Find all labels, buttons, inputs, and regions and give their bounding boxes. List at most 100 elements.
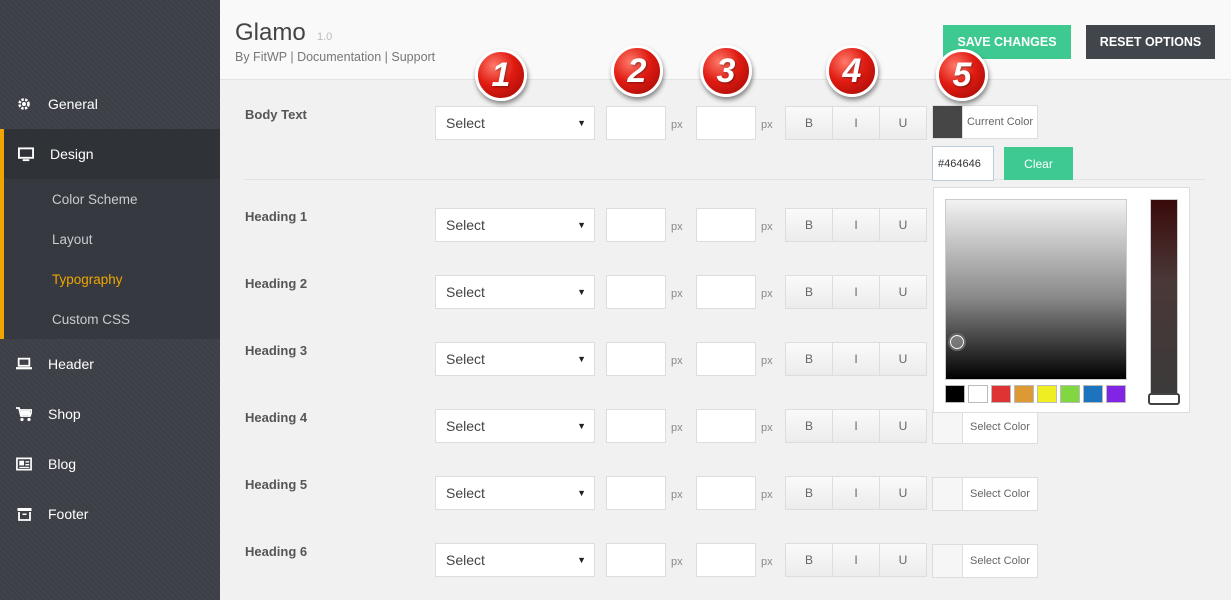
underline-button[interactable]: U <box>880 276 926 308</box>
font-style-buttons: B I U <box>785 275 927 309</box>
dropdown-arrow-icon: ▼ <box>577 488 586 498</box>
select-value: Select <box>446 115 485 131</box>
line-height-input[interactable] <box>696 106 756 140</box>
font-size-input[interactable] <box>606 275 666 309</box>
italic-button[interactable]: I <box>833 209 880 241</box>
hue-slider[interactable] <box>1150 199 1178 405</box>
palette-swatch[interactable] <box>945 385 965 403</box>
color-button-label: Select Color <box>970 421 1030 433</box>
line-height-unit: px <box>761 119 773 131</box>
line-height-input[interactable] <box>696 543 756 577</box>
current-color-button[interactable]: Current Color <box>932 105 1038 139</box>
italic-button[interactable]: I <box>833 107 880 139</box>
sidebar-item-general[interactable]: General <box>0 79 220 129</box>
bold-button[interactable]: B <box>786 410 833 442</box>
italic-button[interactable]: I <box>833 343 880 375</box>
sidebar-item-design[interactable]: Design <box>0 129 220 179</box>
italic-button[interactable]: I <box>833 477 880 509</box>
select-color-button[interactable]: Select Color <box>932 544 1038 578</box>
submenu-item-custom-css[interactable]: Custom CSS <box>52 312 130 327</box>
line-height-unit: px <box>761 288 773 300</box>
font-size-unit: px <box>671 119 683 131</box>
app-version: 1.0 <box>317 31 333 43</box>
saturation-area[interactable] <box>945 199 1127 380</box>
italic-button[interactable]: I <box>833 276 880 308</box>
submenu-item-color-scheme[interactable]: Color Scheme <box>52 192 138 207</box>
font-size-unit: px <box>671 422 683 434</box>
line-height-input[interactable] <box>696 409 756 443</box>
underline-button[interactable]: U <box>880 343 926 375</box>
select-color-button[interactable]: Select Color <box>932 477 1038 511</box>
palette-swatch[interactable] <box>1060 385 1080 403</box>
font-family-select[interactable]: Select ▼ <box>435 275 595 309</box>
bold-button[interactable]: B <box>786 343 833 375</box>
line-height-input[interactable] <box>696 208 756 242</box>
hue-slider-handle[interactable] <box>1148 393 1180 405</box>
dropdown-arrow-icon: ▼ <box>577 287 586 297</box>
bold-button[interactable]: B <box>786 544 833 576</box>
font-family-select[interactable]: Select ▼ <box>435 342 595 376</box>
font-family-select[interactable]: Select ▼ <box>435 543 595 577</box>
saturation-handle[interactable] <box>948 333 966 351</box>
underline-button[interactable]: U <box>880 410 926 442</box>
hex-color-input[interactable]: #464646 <box>932 146 994 181</box>
font-size-input[interactable] <box>606 409 666 443</box>
font-family-select[interactable]: Select ▼ <box>435 409 595 443</box>
palette-swatch[interactable] <box>1106 385 1126 403</box>
reset-options-button[interactable]: RESET OPTIONS <box>1086 25 1215 59</box>
archive-icon <box>16 506 32 522</box>
number-badge: 1 <box>475 49 527 101</box>
palette-swatch[interactable] <box>991 385 1011 403</box>
sidebar-item-blog[interactable]: Blog <box>0 439 220 489</box>
submenu-item-layout[interactable]: Layout <box>52 232 93 247</box>
line-height-input[interactable] <box>696 476 756 510</box>
line-height-input[interactable] <box>696 275 756 309</box>
sidebar-item-shop[interactable]: Shop <box>0 389 220 439</box>
select-value: Select <box>446 217 485 233</box>
font-style-buttons: B I U <box>785 208 927 242</box>
font-size-input[interactable] <box>606 342 666 376</box>
separator: | <box>290 50 294 64</box>
palette-swatch[interactable] <box>1014 385 1034 403</box>
dropdown-arrow-icon: ▼ <box>577 555 586 565</box>
support-link[interactable]: Support <box>391 50 435 64</box>
font-size-input[interactable] <box>606 106 666 140</box>
font-family-select[interactable]: Select ▼ <box>435 106 595 140</box>
sidebar: General Design Color Scheme Layout Typog… <box>0 0 220 600</box>
palette-swatch[interactable] <box>1083 385 1103 403</box>
underline-button[interactable]: U <box>880 107 926 139</box>
select-color-button[interactable]: Select Color <box>932 410 1038 444</box>
bold-button[interactable]: B <box>786 209 833 241</box>
underline-button[interactable]: U <box>880 544 926 576</box>
font-style-buttons: B I U <box>785 409 927 443</box>
palette-swatch[interactable] <box>1037 385 1057 403</box>
line-height-unit: px <box>761 556 773 568</box>
row-label: Heading 1 <box>245 209 308 224</box>
font-size-input[interactable] <box>606 208 666 242</box>
font-size-input[interactable] <box>606 476 666 510</box>
font-family-select[interactable]: Select ▼ <box>435 208 595 242</box>
font-size-unit: px <box>671 355 683 367</box>
bold-button[interactable]: B <box>786 107 833 139</box>
bold-button[interactable]: B <box>786 477 833 509</box>
palette-swatch[interactable] <box>968 385 988 403</box>
number-badge: 2 <box>611 45 663 97</box>
documentation-link[interactable]: Documentation <box>297 50 381 64</box>
italic-button[interactable]: I <box>833 544 880 576</box>
font-family-select[interactable]: Select ▼ <box>435 476 595 510</box>
sidebar-item-footer[interactable]: Footer <box>0 489 220 539</box>
bold-button[interactable]: B <box>786 276 833 308</box>
font-style-buttons: B I U <box>785 342 927 376</box>
row-label: Heading 6 <box>245 544 308 559</box>
underline-button[interactable]: U <box>880 477 926 509</box>
font-size-input[interactable] <box>606 543 666 577</box>
color-button-label: Current Color <box>966 116 1034 128</box>
underline-button[interactable]: U <box>880 209 926 241</box>
sidebar-item-header[interactable]: Header <box>0 339 220 389</box>
submenu-item-typography[interactable]: Typography <box>52 272 123 287</box>
sidebar-item-label: Shop <box>48 406 81 422</box>
clear-color-button[interactable]: Clear <box>1004 147 1073 180</box>
line-height-input[interactable] <box>696 342 756 376</box>
italic-button[interactable]: I <box>833 410 880 442</box>
line-height-unit: px <box>761 422 773 434</box>
